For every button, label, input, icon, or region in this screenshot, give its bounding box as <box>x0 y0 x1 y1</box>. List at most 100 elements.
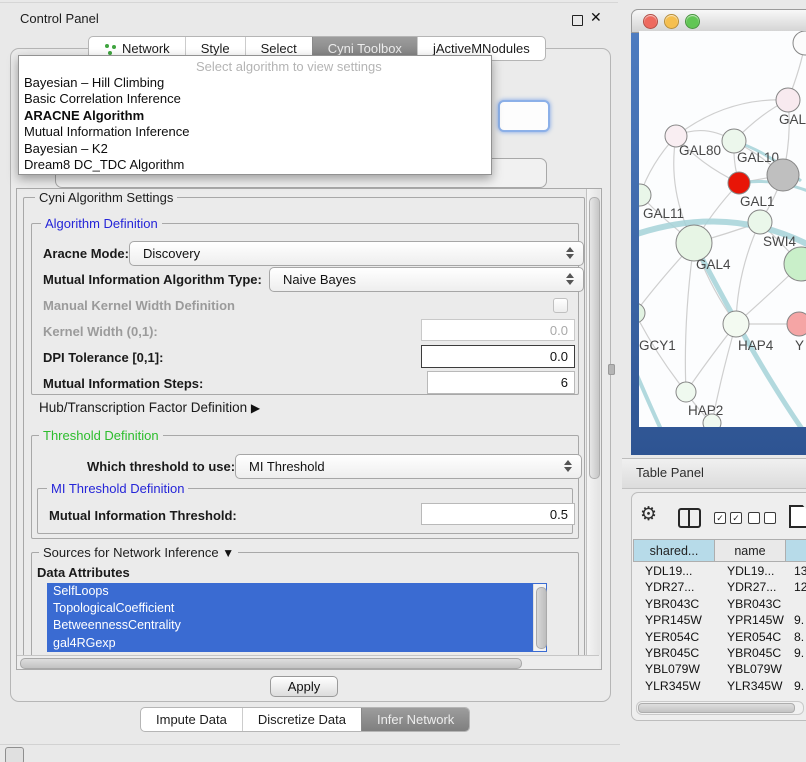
network-edge[interactable] <box>639 195 640 313</box>
hub-definition-toggle[interactable]: Hub/Transcription Factor Definition ▶ <box>39 400 260 415</box>
aracne-mode-label: Aracne Mode: <box>43 246 129 261</box>
network-node[interactable] <box>767 159 799 191</box>
network-window-titlebar[interactable] <box>631 9 806 33</box>
deselect-all-checkboxes-icon[interactable] <box>748 512 776 524</box>
table-row[interactable]: YBL079WYBL079W <box>633 661 806 677</box>
algorithm-option[interactable]: Bayesian – K2 <box>19 141 491 157</box>
table-cell: YDL19... <box>715 563 789 579</box>
dpi-tolerance-field[interactable]: 0.0 <box>421 345 575 368</box>
tab-discretize-data[interactable]: Discretize Data <box>242 708 361 731</box>
network-view-canvas[interactable]: GALGAL80GAL10GAL1GAL11SWI4GAL4HAP4YGCY1H… <box>639 31 806 427</box>
scrollbar-thumb[interactable] <box>20 658 522 669</box>
attribute-list-item[interactable]: TopologicalCoefficient <box>47 600 547 617</box>
settings-horizontal-scrollbar[interactable] <box>17 655 599 669</box>
top-divider <box>0 2 618 3</box>
close-window-icon[interactable] <box>643 14 658 29</box>
network-node-gal1[interactable] <box>728 172 750 194</box>
network-node-swi4[interactable] <box>748 210 772 234</box>
network-node-gal11[interactable] <box>639 184 651 206</box>
table-row[interactable]: YBR043CYBR043C <box>633 596 806 612</box>
network-node[interactable] <box>703 414 721 427</box>
tab-label: Style <box>201 41 230 56</box>
apply-button[interactable]: Apply <box>270 676 338 697</box>
network-node-y[interactable] <box>787 312 806 336</box>
network-edge[interactable] <box>685 243 694 392</box>
column-layout-icon[interactable] <box>678 508 701 528</box>
gear-icon[interactable]: ⚙ <box>640 503 657 526</box>
network-node-hap4[interactable] <box>723 311 749 337</box>
manual-kernel-checkbox[interactable] <box>553 298 568 313</box>
table-cell: YIL053C <box>633 694 715 696</box>
settings-vertical-scrollbar[interactable] <box>586 189 600 655</box>
table-cell: YBR043C <box>715 596 789 612</box>
table-cell: 9. <box>789 612 806 628</box>
network-edge[interactable] <box>736 222 760 324</box>
table-row[interactable]: YLR345WYLR345W9. <box>633 678 806 694</box>
table-cell: YDR27... <box>715 579 789 595</box>
algorithm-option[interactable]: Mutual Information Inference <box>19 124 491 140</box>
zoom-window-icon[interactable] <box>685 14 700 29</box>
algorithm-placeholder: Select algorithm to view settings <box>196 59 382 74</box>
new-table-icon[interactable] <box>789 505 806 528</box>
table-row[interactable]: YBR045CYBR045C9. <box>633 645 806 661</box>
network-graph[interactable]: GALGAL80GAL10GAL1GAL11SWI4GAL4HAP4YGCY1H… <box>639 31 806 427</box>
network-node-gal[interactable] <box>776 88 800 112</box>
table-row[interactable]: YIL053CYIL053C9 <box>633 694 806 696</box>
docked-panel-icon[interactable] <box>5 747 24 762</box>
table-row[interactable]: YER054CYER054C8. <box>633 629 806 645</box>
tab-impute-data[interactable]: Impute Data <box>141 708 242 731</box>
mi-algorithm-type-combo[interactable]: Naive Bayes <box>269 267 584 292</box>
column-header-shared-name[interactable]: shared... <box>633 539 715 562</box>
table-body: YDL19...YDL19...13YDR27...YDR27...12YBR0… <box>633 563 806 696</box>
table-cell <box>789 661 806 677</box>
float-panel-icon[interactable] <box>572 15 583 26</box>
attribute-list-item[interactable]: SelfLoops <box>47 583 547 600</box>
splitter-handle[interactable] <box>608 364 615 375</box>
table-row[interactable]: YDR27...YDR27...12 <box>633 579 806 595</box>
which-threshold-combo[interactable]: MI Threshold <box>235 454 582 479</box>
expanded-arrow-icon: ▼ <box>222 546 234 560</box>
network-edge-thick[interactable] <box>639 361 679 427</box>
table-horizontal-scrollbar[interactable] <box>636 701 804 715</box>
attribute-list-item[interactable]: gal4RGexp <box>47 635 547 652</box>
algorithm-option[interactable]: ARACNE Algorithm <box>19 108 491 124</box>
scrollbar-thumb[interactable] <box>638 703 795 713</box>
kernel-width-field[interactable]: 0.0 <box>421 319 575 341</box>
network-node-gcy1[interactable] <box>639 303 645 323</box>
scrollbar-thumb[interactable] <box>536 587 547 649</box>
table-cell: YLR345W <box>715 678 789 694</box>
hub-definition-label: Hub/Transcription Factor Definition <box>39 400 247 415</box>
spinner-arrows-icon <box>563 459 572 473</box>
checked-box-icon: ✓ <box>714 512 726 524</box>
mi-steps-field[interactable]: 6 <box>427 371 575 394</box>
scrollbar-thumb[interactable] <box>589 197 600 479</box>
network-node-gal4[interactable] <box>676 225 712 261</box>
attribute-list-item[interactable]: BetweennessCentrality <box>47 617 547 634</box>
tab-label: Network <box>122 41 170 56</box>
control-panel-title: Control Panel <box>20 11 99 26</box>
algorithm-option[interactable]: Basic Correlation Inference <box>19 91 491 107</box>
table-panel-header: Table Panel <box>622 458 806 489</box>
column-header-name[interactable]: name <box>715 539 786 562</box>
network-node-hap2[interactable] <box>676 382 696 402</box>
close-panel-icon[interactable]: ✕ <box>590 9 602 26</box>
table-row[interactable]: YPR145WYPR145W9. <box>633 612 806 628</box>
mi-threshold-field[interactable]: 0.5 <box>421 503 575 525</box>
table-panel-title: Table Panel <box>636 465 704 480</box>
table-cell: 9 <box>789 694 806 696</box>
tab-infer-network[interactable]: Infer Network <box>361 708 469 731</box>
network-node[interactable] <box>784 247 806 281</box>
select-all-checkboxes-icon[interactable]: ✓ ✓ <box>714 512 742 524</box>
network-node[interactable] <box>793 31 806 55</box>
data-attributes-list[interactable]: SelfLoopsTopologicalCoefficientBetweenne… <box>47 583 547 652</box>
sources-group-title[interactable]: Sources for Network Inference ▼ <box>39 545 238 560</box>
focused-combo-fragment[interactable] <box>498 100 550 132</box>
algorithm-option[interactable]: Bayesian – Hill Climbing <box>19 75 491 91</box>
algorithm-option[interactable]: Dream8 DC_TDC Algorithm <box>19 157 491 173</box>
aracne-mode-combo[interactable]: Discovery <box>129 241 584 266</box>
minimize-window-icon[interactable] <box>664 14 679 29</box>
column-header-partial[interactable] <box>786 539 806 562</box>
table-row[interactable]: YDL19...YDL19...13 <box>633 563 806 579</box>
table-cell <box>789 596 806 612</box>
list-vertical-scrollbar[interactable] <box>533 584 546 651</box>
